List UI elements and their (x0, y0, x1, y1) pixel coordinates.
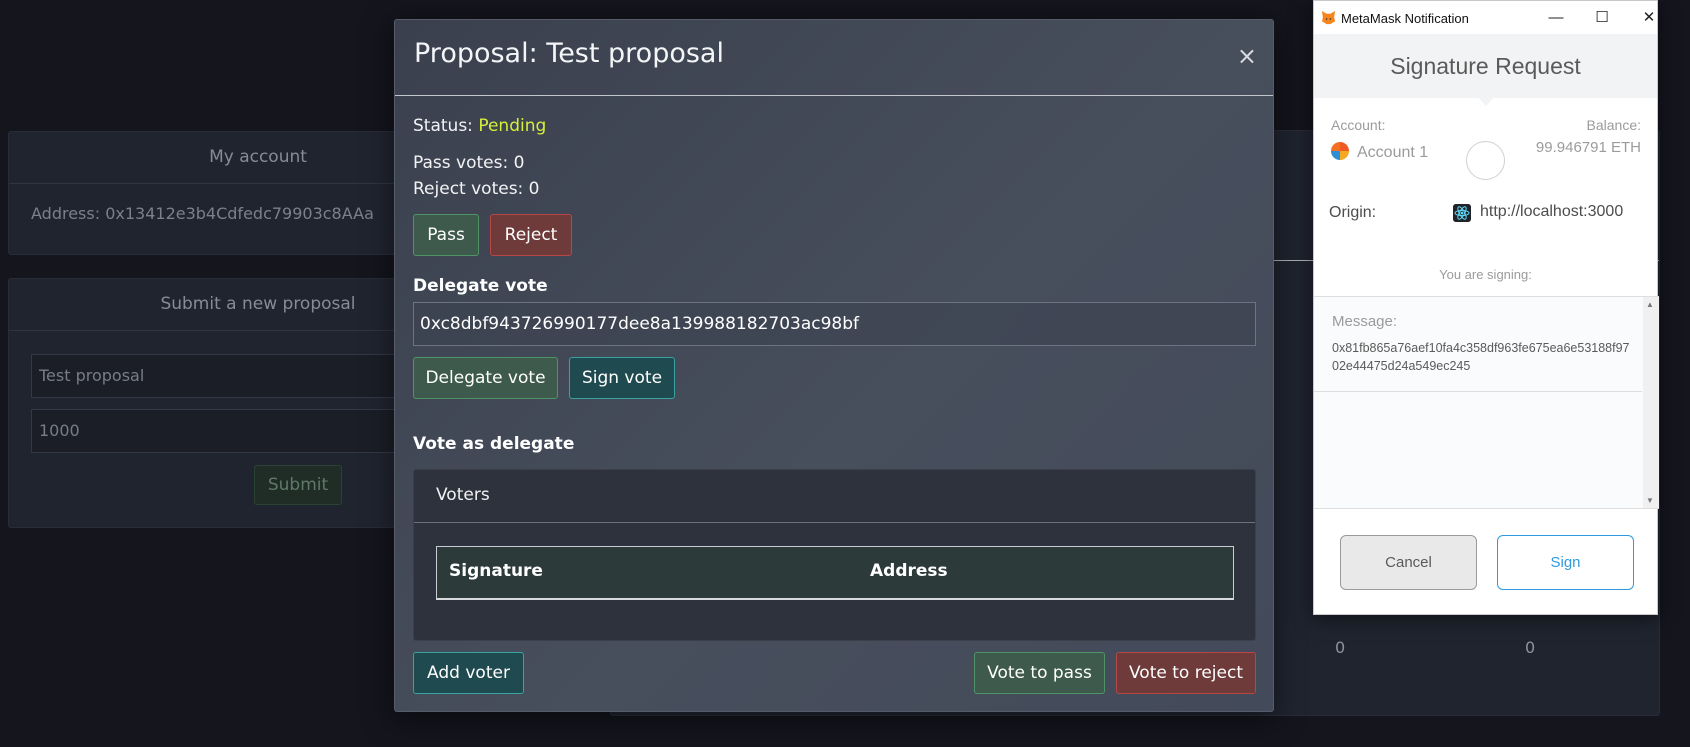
delegate-vote-button[interactable]: Delegate vote (413, 357, 558, 399)
pass-votes-count: Pass votes: 0 (413, 153, 525, 173)
account-identicon (1466, 141, 1505, 180)
message-value: 0x81fb865a76aef10fa4c358df963fe675ea6e53… (1332, 341, 1630, 373)
balance-value: 99.946791 ETH (1535, 139, 1641, 156)
sign-vote-button[interactable]: Sign vote (569, 357, 675, 399)
background-count-a: 0 (1335, 638, 1346, 657)
signature-request-title: Signature Request (1390, 53, 1581, 79)
react-logo-icon (1453, 204, 1471, 222)
maximize-icon[interactable]: ☐ (1588, 7, 1616, 29)
metamask-fox-icon (1321, 10, 1336, 25)
message-scrollbar[interactable]: ▲ ▼ (1643, 297, 1659, 508)
proposal-modal: Proposal: Test proposal × Status: Pendin… (394, 19, 1274, 712)
account-name: Account 1 (1357, 144, 1429, 161)
scroll-up-icon[interactable]: ▲ (1646, 300, 1654, 309)
origin-value: http://localhost:3000 (1480, 203, 1624, 220)
column-signature: Signature (449, 561, 543, 581)
header-notch (1476, 95, 1496, 106)
submit-proposal-button[interactable]: Submit (254, 465, 342, 505)
signature-request-header: Signature Request (1314, 34, 1657, 98)
reject-button[interactable]: Reject (490, 214, 572, 256)
window-close-icon[interactable]: ✕ (1635, 7, 1663, 29)
vote-as-delegate-title: Vote as delegate (413, 434, 575, 454)
metamask-window: MetaMask Notification — ☐ ✕ Signature Re… (1313, 0, 1659, 615)
status-label: Status: (413, 116, 473, 136)
vote-to-pass-button[interactable]: Vote to pass (974, 652, 1105, 694)
account-avatar-icon (1331, 142, 1349, 160)
add-voter-button[interactable]: Add voter (413, 652, 524, 694)
close-icon[interactable]: × (1237, 42, 1257, 70)
voters-table-header: Signature Address (436, 546, 1234, 600)
account-label: Account: (1331, 117, 1386, 133)
sign-button[interactable]: Sign (1497, 535, 1634, 590)
origin-label: Origin: (1329, 204, 1377, 221)
pass-button[interactable]: Pass (413, 214, 479, 256)
status-badge: Pending (478, 116, 547, 136)
message-label: Message: (1332, 313, 1398, 330)
column-address: Address (870, 561, 948, 581)
metamask-window-title: MetaMask Notification (1341, 11, 1469, 26)
voters-panel: Voters Signature Address (413, 469, 1256, 641)
minimize-icon[interactable]: — (1542, 7, 1570, 29)
vote-to-reject-button[interactable]: Vote to reject (1116, 652, 1256, 694)
voters-title: Voters (414, 470, 1255, 523)
background-count-b: 0 (1525, 638, 1536, 657)
scroll-down-icon[interactable]: ▼ (1646, 496, 1654, 505)
reject-votes-count: Reject votes: 0 (413, 179, 540, 199)
metamask-titlebar: MetaMask Notification — ☐ ✕ (1314, 1, 1657, 34)
cancel-button[interactable]: Cancel (1340, 535, 1477, 590)
balance-label: Balance: (1586, 117, 1641, 133)
modal-header: Proposal: Test proposal × (395, 20, 1273, 96)
delegate-address-input[interactable]: 0xc8dbf943726990177dee8a139988182703ac98… (413, 302, 1256, 346)
delegate-vote-title: Delegate vote (413, 276, 548, 296)
message-box[interactable]: Message: 0x81fb865a76aef10fa4c358df963fe… (1314, 296, 1659, 509)
message-row: Message: 0x81fb865a76aef10fa4c358df963fe… (1314, 297, 1642, 392)
signing-label: You are signing: (1439, 267, 1532, 282)
modal-title: Proposal: Test proposal (414, 38, 724, 69)
status-line: Status: Pending (413, 116, 546, 136)
